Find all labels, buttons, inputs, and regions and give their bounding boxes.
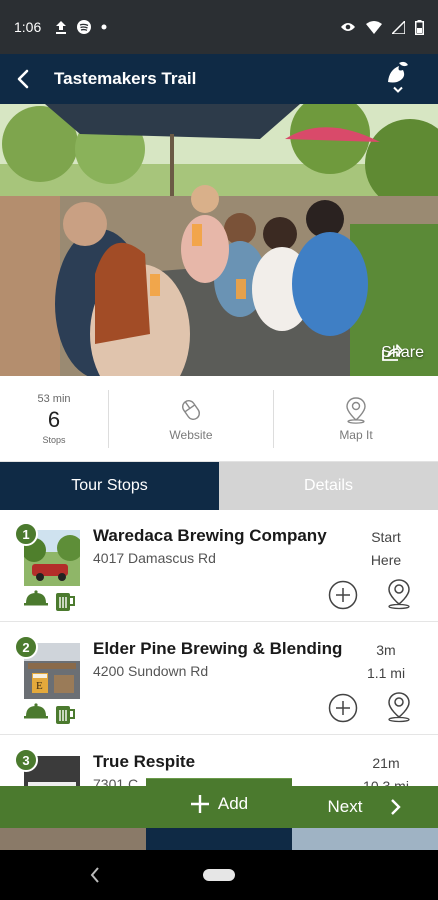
tab-tour-stops[interactable]: Tour Stops bbox=[0, 462, 219, 510]
back-button[interactable] bbox=[0, 54, 46, 104]
back-arrow-icon bbox=[17, 69, 29, 89]
tab-bar: Tour Stops Details bbox=[0, 462, 438, 510]
stop-address: 4017 Damascus Rd bbox=[93, 550, 216, 566]
tab-details[interactable]: Details bbox=[219, 462, 438, 510]
stop-number-badge: 1 bbox=[14, 522, 38, 546]
stop-eta-line1: 21m bbox=[372, 755, 400, 771]
stop-eta: Start Here bbox=[356, 526, 416, 572]
stops-label: Stops bbox=[42, 434, 66, 445]
stop-number-badge: 3 bbox=[14, 748, 38, 772]
chevron-down-icon bbox=[393, 86, 403, 93]
stop-eta: 21m 10.3 mi bbox=[356, 752, 416, 786]
stop-list-item[interactable]: 2 E Elder Pine Brewing & Blending 4200 S… bbox=[0, 623, 438, 735]
share-icon bbox=[382, 344, 404, 361]
stop-name: Elder Pine Brewing & Blending bbox=[93, 639, 343, 658]
map-it-button[interactable]: Map It bbox=[273, 389, 438, 448]
website-label: Website bbox=[169, 427, 213, 442]
food-cloche-icon bbox=[24, 590, 48, 606]
brand-menu-button[interactable] bbox=[380, 60, 416, 100]
add-stop-icon[interactable] bbox=[328, 580, 358, 610]
stops-summary: 53 min 6 Stops bbox=[0, 390, 108, 448]
stop-eta-line2: 10.3 mi bbox=[363, 778, 409, 786]
stop-list-item[interactable]: 1 Waredaca Brewing Company 4017 Damascus… bbox=[0, 510, 438, 622]
map-pin-icon bbox=[346, 396, 366, 424]
stop-name: True Respite bbox=[93, 752, 196, 771]
system-nav-bar bbox=[0, 850, 438, 900]
photo-strip bbox=[0, 828, 438, 850]
nav-back-icon[interactable] bbox=[88, 864, 102, 886]
wifi-icon bbox=[366, 20, 382, 34]
battery-icon bbox=[415, 19, 424, 35]
next-button[interactable]: Next bbox=[292, 786, 438, 828]
map-pin-icon[interactable] bbox=[384, 578, 414, 610]
stop-address: 7301 C... bbox=[93, 776, 150, 786]
map-it-label: Map It bbox=[339, 427, 373, 442]
status-time: 1:06 bbox=[14, 19, 42, 35]
stop-eta-line1: 3m bbox=[376, 642, 396, 658]
tour-duration: 53 min bbox=[37, 392, 71, 405]
plus-icon bbox=[190, 794, 209, 813]
info-row: 53 min 6 Stops Website Map It bbox=[0, 376, 438, 462]
stop-number-badge: 2 bbox=[14, 635, 38, 659]
photo-strip-segment bbox=[0, 828, 146, 850]
upload-icon bbox=[56, 21, 67, 34]
page-title: Tastemakers Trail bbox=[54, 69, 197, 88]
status-right-icons bbox=[340, 19, 424, 35]
svg-text:E: E bbox=[36, 680, 43, 692]
add-label: Add bbox=[217, 793, 249, 813]
stop-eta-line1: Start bbox=[371, 529, 401, 545]
website-button[interactable]: Website bbox=[108, 389, 273, 448]
beer-mug-icon bbox=[56, 593, 75, 611]
hero-illustration bbox=[0, 104, 438, 376]
stop-name: Waredaca Brewing Company bbox=[93, 526, 327, 545]
stops-count: 6 bbox=[47, 406, 61, 432]
photo-strip-segment bbox=[146, 828, 292, 850]
beer-mug-icon bbox=[56, 706, 75, 724]
stop-address: 4200 Sundown Rd bbox=[93, 663, 209, 679]
signal-icon bbox=[392, 20, 405, 34]
status-bar: 1:06 bbox=[0, 0, 438, 54]
spotify-icon bbox=[77, 20, 92, 34]
stop-eta-line2: Here bbox=[370, 552, 402, 568]
chevron-right-icon bbox=[391, 799, 402, 815]
hero-photo: Share bbox=[0, 104, 438, 376]
food-cloche-icon bbox=[24, 703, 48, 719]
eye-icon bbox=[341, 23, 355, 31]
app-header: Tastemakers Trail bbox=[0, 54, 438, 104]
add-button[interactable]: Add bbox=[146, 778, 292, 828]
notification-dot-icon bbox=[101, 24, 107, 30]
next-label: Next bbox=[327, 797, 363, 816]
share-button[interactable]: Share bbox=[381, 344, 424, 362]
amenity-icons bbox=[24, 703, 76, 725]
photo-strip-segment bbox=[292, 828, 438, 850]
brand-logo-icon bbox=[388, 61, 408, 83]
stop-eta-line2: 1.1 mi bbox=[366, 665, 406, 681]
nav-home-pill[interactable] bbox=[203, 869, 235, 881]
stop-eta: 3m 1.1 mi bbox=[356, 639, 416, 685]
add-stop-icon[interactable] bbox=[328, 693, 358, 723]
mouse-icon bbox=[182, 399, 200, 420]
amenity-icons bbox=[24, 590, 76, 612]
status-left-icons bbox=[55, 20, 107, 34]
map-pin-icon[interactable] bbox=[384, 691, 414, 723]
